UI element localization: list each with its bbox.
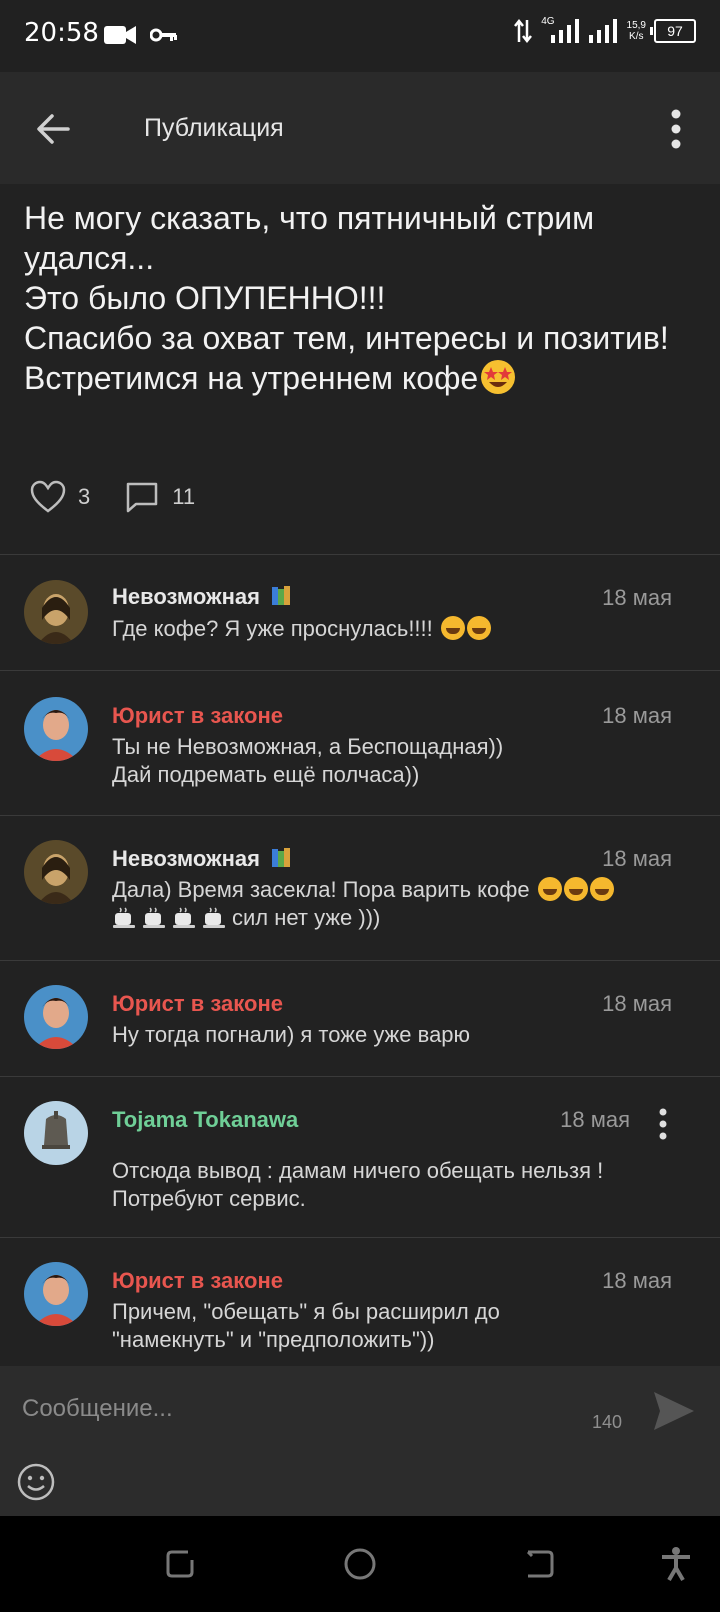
battery-indicator: 97 — [650, 19, 696, 43]
star-struck-emoji-icon — [481, 360, 516, 394]
network-type: 4G — [541, 15, 555, 27]
avatar-mona-lisa — [24, 840, 88, 904]
post-actions: 3 11 — [30, 480, 229, 514]
coffee-cup-icon — [143, 907, 165, 928]
coffee-cup-icon — [173, 907, 195, 928]
video-camera-icon — [104, 26, 136, 44]
comment-date: 18 мая — [602, 846, 672, 871]
status-right: 4G 15,9 K/s 97 — [513, 15, 696, 44]
comment-author[interactable]: Невозможная — [112, 584, 294, 610]
app-bar: Публикация — [0, 72, 720, 184]
comment-text: Дала) Время засекла! Пора варить кофе си… — [112, 876, 692, 932]
likes-count: 3 — [78, 484, 91, 509]
heart-icon — [30, 480, 66, 513]
comment-date: 18 мая — [602, 703, 672, 728]
post-text: Не могу сказать, что пятничный стрим уда… — [24, 198, 704, 398]
back-nav-icon — [526, 1550, 554, 1578]
avatar-lawyer — [24, 985, 88, 1049]
avatar-mona-lisa — [24, 580, 88, 644]
post-body: Не могу сказать, что пятничный стрим уда… — [24, 200, 669, 396]
comment-text: Где кофе? Я уже проснулась!!!! — [112, 615, 672, 643]
status-time: 20:58 — [24, 18, 99, 48]
avatar-bell — [24, 1101, 88, 1165]
send-icon — [654, 1392, 694, 1430]
accessibility-button[interactable] — [658, 1546, 694, 1582]
comment-item[interactable]: Невозможная 18 мая Дала) Время засекла! … — [0, 816, 720, 960]
recent-apps-button[interactable] — [162, 1546, 198, 1582]
emoji-button[interactable] — [16, 1462, 56, 1502]
avatar[interactable] — [24, 697, 88, 761]
comment-author[interactable]: Юрист в законе — [112, 703, 283, 729]
back-button[interactable] — [30, 106, 80, 152]
comment-text: Отсюда вывод : дамам ничего обещать нель… — [112, 1158, 604, 1211]
recents-icon — [166, 1550, 194, 1578]
books-icon — [272, 848, 291, 867]
page-title: Публикация — [144, 114, 284, 142]
home-circle-icon — [344, 1548, 376, 1580]
system-nav-bar — [0, 1516, 720, 1612]
comment-text: Причем, "обещать" я бы расширил до "наме… — [112, 1299, 500, 1352]
like-button[interactable]: 3 — [30, 480, 90, 514]
comment-item[interactable]: Tojama Tokanawa 18 мая Отсюда вывод : да… — [0, 1077, 720, 1237]
arrow-left-icon — [37, 114, 70, 144]
avatar[interactable] — [24, 1262, 88, 1326]
comment-item[interactable]: Невозможная 18 мая Где кофе? Я уже просн… — [0, 555, 720, 670]
comment-text: Ну тогда погнали) я тоже уже варю — [112, 1022, 471, 1047]
avatar[interactable] — [24, 985, 88, 1049]
comment-author[interactable]: Юрист в законе — [112, 1268, 283, 1294]
coffee-cup-icon — [113, 907, 135, 928]
post: Не могу сказать, что пятничный стрим уда… — [0, 184, 720, 554]
comment-more-button[interactable] — [656, 1107, 670, 1141]
avatar[interactable] — [24, 1101, 88, 1165]
more-options-button[interactable] — [662, 106, 690, 152]
laughing-emoji-icon — [563, 877, 588, 901]
comment-date: 18 мая — [602, 1268, 672, 1293]
comment-text: Ты не Невозможная, а Беспощадная)) Дай п… — [112, 734, 504, 787]
comment-bubble-icon — [127, 482, 158, 513]
accessibility-icon — [662, 1547, 690, 1582]
avatar-lawyer — [24, 1262, 88, 1326]
books-icon — [272, 586, 291, 605]
data-transfer-icon — [514, 18, 533, 44]
back-nav-button[interactable] — [522, 1546, 558, 1582]
smiley-icon — [17, 1463, 55, 1501]
comment-author[interactable]: Tojama Tokanawa — [112, 1107, 298, 1133]
vpn-key-icon — [150, 28, 177, 42]
network-speed: 15,9 K/s — [626, 20, 646, 42]
status-bar: 20:58 4G 15,9 K/s 97 — [0, 0, 720, 72]
laughing-emoji-icon — [589, 877, 614, 901]
comment-date: 18 мая — [602, 585, 672, 610]
signal-icon — [550, 19, 579, 43]
comment-item[interactable]: Юрист в законе 18 мая Ну тогда погнали) … — [0, 961, 720, 1076]
home-button[interactable] — [342, 1546, 378, 1582]
avatar[interactable] — [24, 580, 88, 644]
comment-author[interactable]: Невозможная — [112, 846, 294, 872]
message-composer: 140 — [0, 1366, 720, 1516]
avatar[interactable] — [24, 840, 88, 904]
comments-count: 11 — [172, 484, 196, 509]
more-vertical-icon — [659, 1108, 667, 1140]
comments-button[interactable]: 11 — [124, 480, 195, 514]
send-button[interactable] — [650, 1388, 696, 1434]
laughing-emoji-icon — [466, 616, 491, 640]
comment-author[interactable]: Юрист в законе — [112, 991, 283, 1017]
comment-item[interactable]: Юрист в законе 18 мая Причем, "обещать" … — [0, 1238, 720, 1366]
comment-item[interactable]: Юрист в законе 18 мая Ты не Невозможная,… — [0, 671, 720, 815]
char-counter: 140 — [592, 1412, 623, 1432]
comment-date: 18 мая — [602, 991, 672, 1016]
avatar-lawyer — [24, 697, 88, 761]
coffee-cup-icon — [203, 907, 225, 928]
signal-2-icon — [588, 19, 617, 43]
laughing-emoji-icon — [440, 616, 465, 640]
laughing-emoji-icon — [537, 877, 562, 901]
message-input[interactable] — [20, 1386, 584, 1432]
comment-date: 18 мая — [560, 1107, 630, 1132]
more-vertical-icon — [671, 109, 681, 149]
